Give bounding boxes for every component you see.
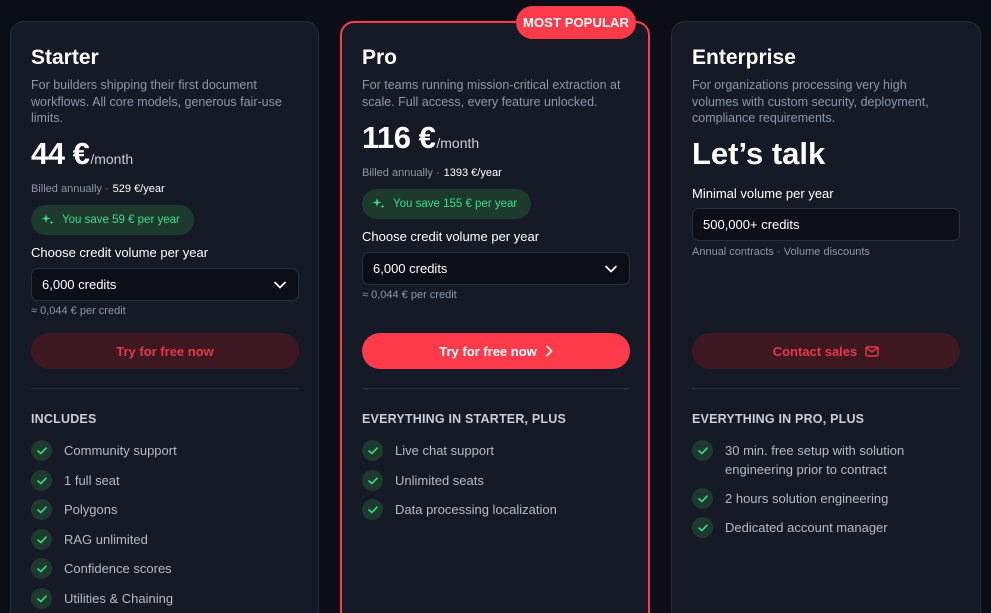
- contact-sales-button[interactable]: Contact sales: [692, 333, 960, 369]
- feature-item: 1 full seat: [31, 470, 299, 491]
- check-icon: [31, 499, 52, 520]
- plan-title: Enterprise: [692, 46, 796, 69]
- check-icon: [362, 440, 383, 461]
- credit-volume-select[interactable]: 6,000 credits: [362, 252, 630, 285]
- select-value: 6,000 credits: [42, 277, 117, 292]
- try-free-button[interactable]: Try for free now: [31, 333, 299, 369]
- feature-text: 1 full seat: [64, 473, 120, 488]
- feature-item: RAG unlimited: [31, 529, 299, 550]
- check-icon: [31, 558, 52, 579]
- price-amount: 116 €: [362, 120, 436, 155]
- sparkle-icon: [372, 198, 385, 209]
- most-popular-badge: MOST POPULAR: [516, 6, 636, 39]
- billed-label: Billed annually ·: [362, 167, 440, 179]
- feature-text: Utilities & Chaining: [64, 591, 174, 606]
- feature-text: Community support: [64, 443, 177, 458]
- chevron-down-icon: [274, 281, 286, 288]
- check-icon: [692, 440, 713, 461]
- savings-badge: You save 155 € per year: [362, 189, 532, 219]
- billed-amount: 1393 €/year: [443, 167, 502, 179]
- check-icon: [31, 529, 52, 550]
- select-value: 6,000 credits: [373, 261, 448, 276]
- feature-item: Polygons: [31, 499, 299, 520]
- per-credit-note: ≈ 0,044 € per credit: [362, 289, 457, 301]
- plan-title: Starter: [31, 46, 99, 69]
- feature-item: Unlimited seats: [362, 470, 630, 491]
- plan-description: For builders shipping their first docume…: [31, 78, 282, 125]
- chevron-down-icon: [605, 265, 617, 272]
- plan-title: Pro: [362, 46, 398, 69]
- price-period: /month: [436, 135, 480, 151]
- feature-item: Confidence scores: [31, 558, 299, 579]
- feature-text: Data processing localization: [395, 502, 557, 517]
- credit-volume-field: 500,000+ credits: [692, 208, 960, 241]
- chevron-right-icon: [545, 345, 553, 357]
- feature-text: Live chat support: [395, 443, 495, 458]
- check-icon: [692, 517, 713, 538]
- plan-description: For organizations processing very high v…: [692, 78, 929, 125]
- feature-text: Polygons: [64, 502, 118, 517]
- feature-item: Live chat support: [362, 440, 630, 461]
- mail-icon: [865, 345, 879, 357]
- enterprise-plan-card: Enterprise For organizations processing …: [671, 21, 981, 613]
- billed-annually: Billed annually · 1393 €/year: [362, 167, 502, 179]
- pricing-section: Starter For builders shipping their firs…: [0, 0, 991, 613]
- check-icon: [692, 488, 713, 509]
- feature-text: Dedicated account manager: [725, 520, 888, 535]
- feature-text: 30 min. free setup with solution enginee…: [725, 443, 905, 477]
- plan-price: Let’s talk: [692, 136, 826, 171]
- plan-price: 44 €/month: [31, 136, 133, 172]
- plan-description: For teams running mission-critical extra…: [362, 78, 621, 109]
- feature-item: Dedicated account manager: [692, 517, 960, 538]
- features-heading: EVERYTHING IN STARTER, PLUS: [362, 412, 567, 426]
- contract-note: Annual contracts · Volume discounts: [692, 246, 870, 258]
- divider: [31, 388, 299, 389]
- credit-volume-select[interactable]: 6,000 credits: [31, 268, 299, 301]
- savings-badge: You save 59 € per year: [31, 205, 194, 235]
- price-period: /month: [90, 151, 134, 167]
- feature-item: Data processing localization: [362, 499, 630, 520]
- billed-amount: 529 €/year: [112, 183, 165, 195]
- billed-annually: Billed annually · 529 €/year: [31, 183, 165, 195]
- feature-item: 30 min. free setup with solution enginee…: [692, 440, 960, 479]
- button-label: Try for free now: [116, 343, 214, 359]
- pro-plan-card: Pro For teams running mission-critical e…: [340, 21, 650, 613]
- check-icon: [31, 470, 52, 491]
- feature-text: Unlimited seats: [395, 473, 484, 488]
- features-heading: INCLUDES: [31, 412, 97, 426]
- savings-text: You save 155 € per year: [393, 198, 518, 210]
- feature-text: RAG unlimited: [64, 532, 148, 547]
- sparkle-icon: [41, 214, 54, 225]
- volume-label: Choose credit volume per year: [31, 245, 209, 260]
- check-icon: [31, 588, 52, 609]
- button-label: Contact sales: [772, 343, 858, 359]
- feature-item: Utilities & Chaining: [31, 588, 299, 609]
- price-amount: 44 €: [31, 136, 90, 171]
- try-free-button[interactable]: Try for free now: [362, 333, 630, 369]
- feature-item: Community support: [31, 440, 299, 461]
- per-credit-note: ≈ 0,044 € per credit: [31, 305, 126, 317]
- divider: [362, 388, 630, 389]
- check-icon: [362, 499, 383, 520]
- features-heading: EVERYTHING IN PRO, PLUS: [692, 412, 865, 426]
- volume-label: Minimal volume per year: [692, 186, 834, 201]
- volume-label: Choose credit volume per year: [362, 229, 540, 244]
- feature-item: 2 hours solution engineering: [692, 488, 960, 509]
- divider: [692, 388, 960, 389]
- feature-text: Confidence scores: [64, 561, 172, 576]
- savings-text: You save 59 € per year: [62, 214, 180, 226]
- feature-text: 2 hours solution engineering: [725, 491, 889, 506]
- check-icon: [31, 440, 52, 461]
- field-value: 500,000+ credits: [703, 217, 800, 232]
- starter-plan-card: Starter For builders shipping their firs…: [10, 21, 319, 613]
- billed-label: Billed annually ·: [31, 183, 109, 195]
- check-icon: [362, 470, 383, 491]
- plan-price: 116 €/month: [362, 120, 479, 156]
- button-label: Try for free now: [439, 343, 537, 359]
